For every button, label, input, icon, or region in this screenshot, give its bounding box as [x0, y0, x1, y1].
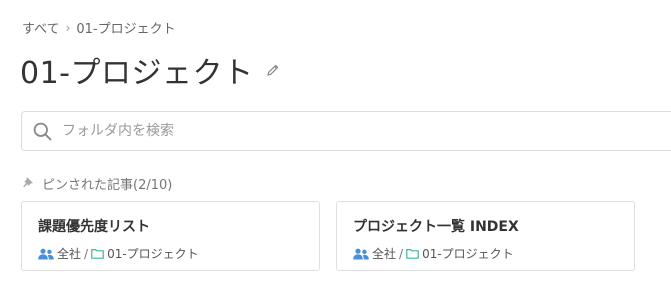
search-icon	[33, 122, 52, 141]
folder-icon	[406, 248, 419, 259]
pinned-article-card[interactable]: 課題優先度リスト 全社 / 01-プロジェクト	[21, 201, 320, 271]
users-icon	[353, 248, 369, 260]
article-title[interactable]: プロジェクト一覧 INDEX	[353, 216, 519, 236]
breadcrumb-root[interactable]: すべて	[22, 18, 60, 37]
search-box	[21, 111, 671, 151]
pinned-article-card[interactable]: プロジェクト一覧 INDEX 全社 / 01-プロジェクト	[336, 201, 635, 271]
page-title: 01-プロジェクト	[20, 56, 254, 91]
article-location: 全社 / 01-プロジェクト	[38, 245, 199, 262]
folder-name[interactable]: 01-プロジェクト	[107, 245, 199, 262]
breadcrumb-current[interactable]: 01-プロジェクト	[76, 18, 175, 37]
title-row: 01-プロジェクト	[20, 48, 280, 92]
pinned-header: ピンされた記事(2/10)	[22, 174, 172, 193]
folder-icon	[91, 248, 104, 259]
group-name[interactable]: 全社	[57, 245, 81, 262]
article-location: 全社 / 01-プロジェクト	[353, 245, 514, 262]
folder-name[interactable]: 01-プロジェクト	[422, 245, 514, 262]
breadcrumb-separator: ›	[65, 20, 71, 35]
article-title[interactable]: 課題優先度リスト	[38, 216, 150, 236]
pin-icon	[22, 176, 34, 192]
pencil-icon[interactable]	[266, 63, 280, 77]
pinned-header-label: ピンされた記事(2/10)	[42, 178, 173, 193]
group-name[interactable]: 全社	[372, 245, 396, 262]
search-input[interactable]	[60, 122, 624, 140]
breadcrumb: すべて › 01-プロジェクト	[22, 18, 176, 38]
path-separator: /	[84, 246, 89, 261]
users-icon	[38, 248, 54, 260]
path-separator: /	[399, 246, 404, 261]
